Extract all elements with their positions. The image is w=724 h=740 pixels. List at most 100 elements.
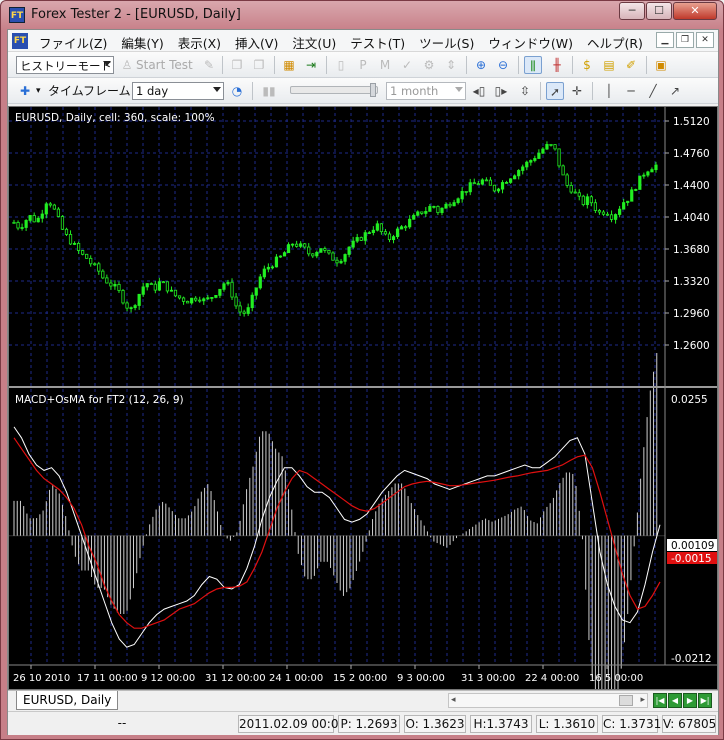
candle-body (77, 243, 81, 251)
toolbar-main: ヒストリーモード ♙ Start Test ✎ ❐ ❐ ▦ ⇥ ▯ P M ✓ … (8, 52, 718, 78)
scroll-up-down-icon[interactable]: ⇳ (516, 82, 534, 100)
minimize-button[interactable]: ─ (619, 2, 645, 20)
candle-body (335, 259, 339, 264)
mdi-close-button[interactable]: ✕ (696, 32, 714, 48)
step-back-icon[interactable]: ◂▯ (470, 82, 488, 100)
timeframe-select[interactable]: 1 day (132, 82, 224, 100)
next-bar-icon[interactable]: ▶ (683, 693, 697, 708)
menu-item-2[interactable]: 表示(X) (171, 33, 228, 52)
chart-tab-bar: EURUSD, Daily ◂ ▸ |◀ ◀ ▶ ▶| (8, 690, 718, 710)
zoom-out-icon[interactable]: ⊖ (494, 56, 512, 74)
brush-icon[interactable]: ✐ (622, 56, 640, 74)
document-icon[interactable]: FT (12, 33, 28, 49)
dropdown-arrow-icon[interactable]: ▾ (36, 82, 41, 100)
check-icon[interactable]: ✓ (398, 56, 416, 74)
candle-body (472, 182, 476, 185)
paste-icon[interactable]: ❐ (250, 56, 268, 74)
copy-icon[interactable]: ❐ (228, 56, 246, 74)
m-icon[interactable]: M (376, 56, 394, 74)
chart-svg[interactable]: EURUSD, Daily, cell: 360, scale: 100% MA… (9, 107, 717, 740)
price-tick-label: 1.4040 (673, 212, 710, 224)
title-bar[interactable]: FT Forex Tester 2 - [EURUSD, Daily] ─ ☐ … (1, 1, 723, 29)
start-test-button[interactable]: Start Test (136, 56, 193, 74)
updown-icon[interactable]: ⇕ (442, 56, 460, 74)
maximize-button[interactable]: ☐ (646, 2, 672, 20)
mdi-minimize-button[interactable]: ▁ (656, 32, 674, 48)
menu-item-5[interactable]: テスト(T) (343, 33, 412, 52)
ray-line-icon[interactable]: ↗ (666, 82, 684, 100)
vertical-line-icon[interactable]: │ (600, 82, 618, 100)
candle-body (153, 283, 157, 291)
last-bar-icon[interactable]: ▶| (698, 693, 712, 708)
new-file-icon[interactable]: ▯ (332, 56, 350, 74)
candle-body (141, 286, 145, 295)
candle-body (537, 152, 541, 159)
app-icon: FT (9, 7, 25, 23)
candle-body (194, 297, 198, 301)
horizontal-scrollbar[interactable]: ◂ ▸ (448, 693, 648, 708)
menu-item-1[interactable]: 編集(Y) (114, 33, 170, 52)
zoom-in-icon[interactable]: ⊕ (472, 56, 490, 74)
mode-select[interactable]: ヒストリーモード (16, 56, 114, 74)
microphone-icon[interactable]: ♙ (118, 56, 136, 74)
import-data-icon[interactable]: ⇥ (302, 56, 320, 74)
close-button[interactable]: ✕ (673, 2, 717, 20)
chart-area[interactable]: EURUSD, Daily, cell: 360, scale: 100% MA… (8, 106, 718, 740)
trend-line-icon[interactable]: ╱ (644, 82, 662, 100)
scroll-left-icon[interactable]: ◂ (451, 695, 456, 705)
candle-body (210, 297, 214, 299)
mdi-restore-button[interactable]: ❐ (676, 32, 694, 48)
menu-item-7[interactable]: ウィンドウ(W) (481, 33, 580, 52)
candle-body (121, 290, 125, 304)
main-chart-label: EURUSD, Daily, cell: 360, scale: 100% (15, 112, 215, 124)
add-indicator-icon[interactable]: ✚ (16, 82, 34, 100)
bars-icon[interactable]: ╫ (548, 56, 566, 74)
menu-item-6[interactable]: ツール(S) (412, 33, 481, 52)
edit-icon[interactable]: ✎ (200, 56, 218, 74)
scroll-right-icon[interactable]: ▸ (640, 695, 645, 705)
candle-body (105, 277, 109, 284)
speed-slider[interactable] (290, 86, 378, 94)
candle-body (137, 293, 141, 306)
candle-body (509, 178, 513, 183)
candle-body (254, 287, 258, 296)
candle-body (230, 281, 234, 298)
menu-item-3[interactable]: 挿入(V) (228, 33, 285, 52)
p-icon[interactable]: P (354, 56, 372, 74)
candle-body (307, 246, 311, 255)
export-icon[interactable]: ▣ (652, 56, 670, 74)
crosshair-icon[interactable]: ✛ (568, 82, 586, 100)
indicator-tick-bottom: -0.0212 (671, 653, 712, 665)
chart-tab-eurusd[interactable]: EURUSD, Daily (16, 691, 119, 710)
scroll-thumb[interactable] (619, 695, 633, 706)
jump-select[interactable]: 1 month (386, 82, 466, 100)
pause-icon[interactable]: ▮▮ (260, 82, 278, 100)
money-icon[interactable]: $ (578, 56, 596, 74)
menu-item-0[interactable]: ファイル(Z) (32, 33, 114, 52)
candle-body (476, 183, 480, 186)
candle-body (20, 227, 24, 229)
horizontal-line-icon[interactable]: ─ (622, 82, 640, 100)
candle-body (331, 252, 335, 261)
prev-bar-icon[interactable]: ◀ (668, 693, 682, 708)
settings-icon[interactable]: ⚙ (420, 56, 438, 74)
menu-item-8[interactable]: ヘルプ(R) (580, 33, 650, 52)
step-forward-icon[interactable]: ▯▸ (492, 82, 510, 100)
account-icon[interactable]: ▤ (600, 56, 618, 74)
candle-body (28, 215, 32, 221)
candle-body (622, 202, 626, 210)
new-chart-icon[interactable]: ▦ (280, 56, 298, 74)
cursor-icon[interactable]: ➚ (546, 82, 564, 100)
candle-body (165, 281, 170, 292)
speed-gauge-icon[interactable]: ◔ (228, 82, 246, 100)
candle-body (573, 191, 577, 194)
candle-body (363, 232, 367, 241)
candle-body (89, 257, 93, 265)
candle-body (605, 213, 610, 216)
candles-icon[interactable]: ⫼ (524, 56, 542, 74)
candle-body (343, 254, 347, 262)
first-bar-icon[interactable]: |◀ (653, 693, 667, 708)
speed-slider-thumb[interactable] (370, 83, 376, 97)
candle-body (399, 226, 404, 230)
menu-item-4[interactable]: 注文(U) (285, 33, 343, 52)
